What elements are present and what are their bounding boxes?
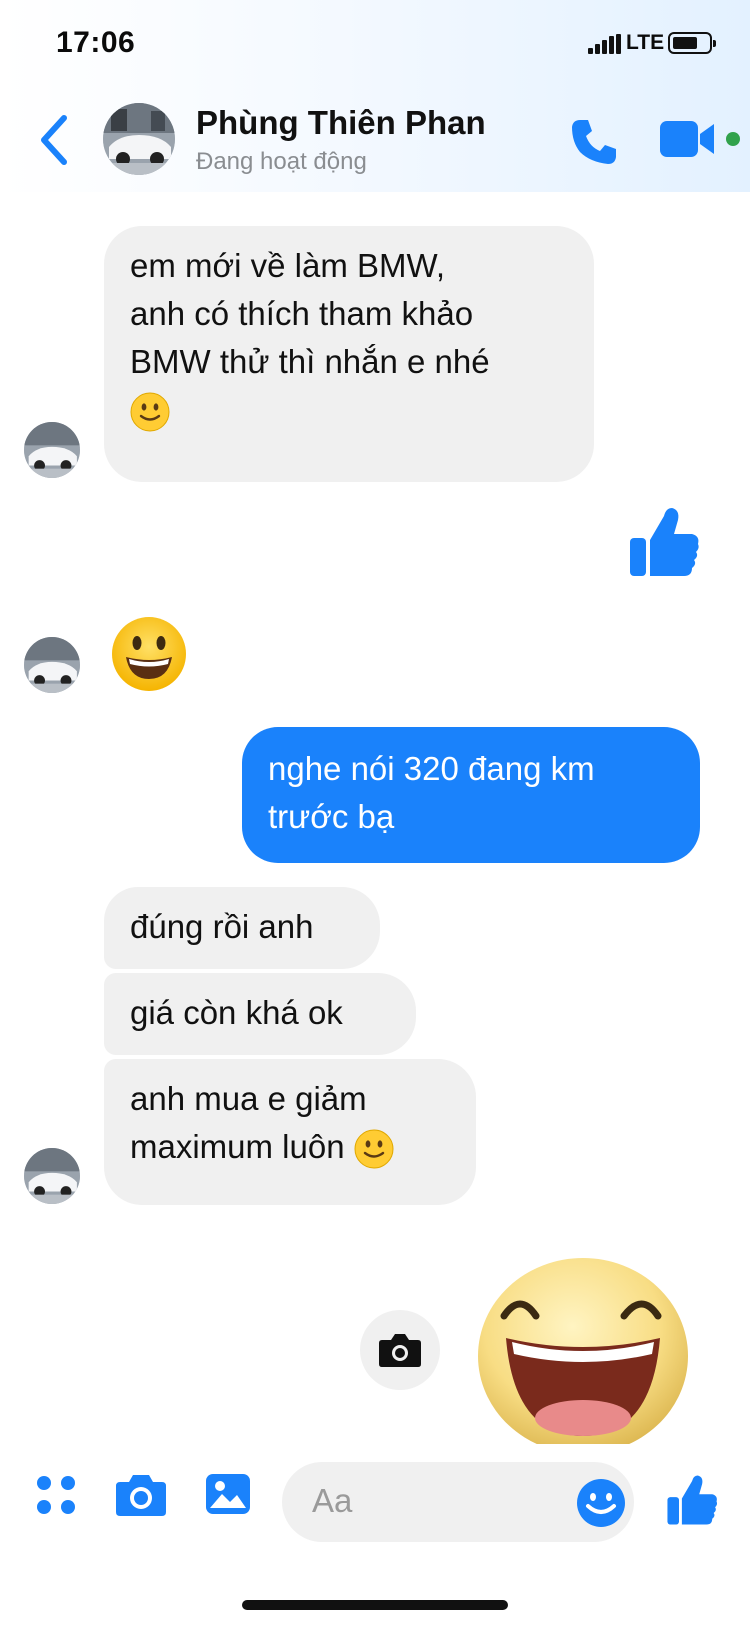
battery-icon	[668, 32, 716, 54]
home-indicator[interactable]	[242, 1600, 508, 1610]
image-icon[interactable]	[204, 1470, 252, 1518]
phone-icon[interactable]	[566, 114, 622, 170]
message-line: em mới về làm BMW,	[130, 247, 445, 284]
message-bubble-incoming[interactable]: giá còn khá ok	[104, 973, 416, 1055]
grinning-emoji[interactable]	[110, 615, 188, 693]
camera-icon[interactable]	[114, 1470, 168, 1518]
slightly-smiling-emoji	[354, 1129, 394, 1169]
contact-avatar-small[interactable]	[24, 422, 80, 478]
status-time: 17:06	[56, 26, 136, 59]
message-bubble-incoming[interactable]: anh mua e giảm maximum luôn	[104, 1059, 476, 1205]
slightly-smiling-emoji	[130, 392, 170, 432]
message-line: maximum luôn	[130, 1123, 450, 1171]
message-line: trước bạ	[268, 798, 395, 835]
back-chevron-icon[interactable]	[34, 112, 74, 168]
presence-status: Đang hoạt động	[196, 148, 367, 175]
contact-avatar[interactable]	[103, 103, 175, 175]
camera-icon	[379, 1334, 421, 1367]
message-bubble-incoming[interactable]: em mới về làm BMW, anh có thích tham khả…	[104, 226, 594, 482]
cellular-signal-icon	[588, 34, 624, 54]
contact-avatar-small[interactable]	[24, 637, 80, 693]
menu-dots-icon[interactable]	[32, 1470, 80, 1518]
contact-name[interactable]: Phùng Thiên Phan	[196, 104, 486, 142]
message-line: BMW thử thì nhắn e nhé	[130, 343, 490, 380]
video-camera-icon[interactable]	[660, 118, 718, 160]
laughing-sticker[interactable]	[476, 1256, 690, 1444]
online-indicator	[726, 132, 740, 146]
message-line: đúng rồi anh	[130, 908, 314, 945]
message-line: anh mua e giảm	[130, 1080, 367, 1117]
message-bubble-outgoing[interactable]: nghe nói 320 đang km trước bạ	[242, 727, 700, 863]
network-type: LTE	[626, 31, 665, 54]
message-line	[130, 386, 568, 434]
thumbs-up-icon[interactable]	[628, 504, 700, 580]
contact-avatar-small[interactable]	[24, 1148, 80, 1204]
smiley-icon[interactable]	[576, 1478, 626, 1528]
message-text: maximum luôn	[130, 1128, 345, 1165]
message-input-placeholder: Aa	[312, 1482, 353, 1519]
camera-quick-button[interactable]	[360, 1310, 440, 1390]
message-line: giá còn khá ok	[130, 994, 343, 1031]
message-bubble-incoming[interactable]: đúng rồi anh	[104, 887, 380, 969]
thumbs-up-icon[interactable]	[666, 1472, 718, 1528]
message-line: nghe nói 320 đang km	[268, 750, 595, 787]
message-line: anh có thích tham khảo	[130, 295, 474, 332]
